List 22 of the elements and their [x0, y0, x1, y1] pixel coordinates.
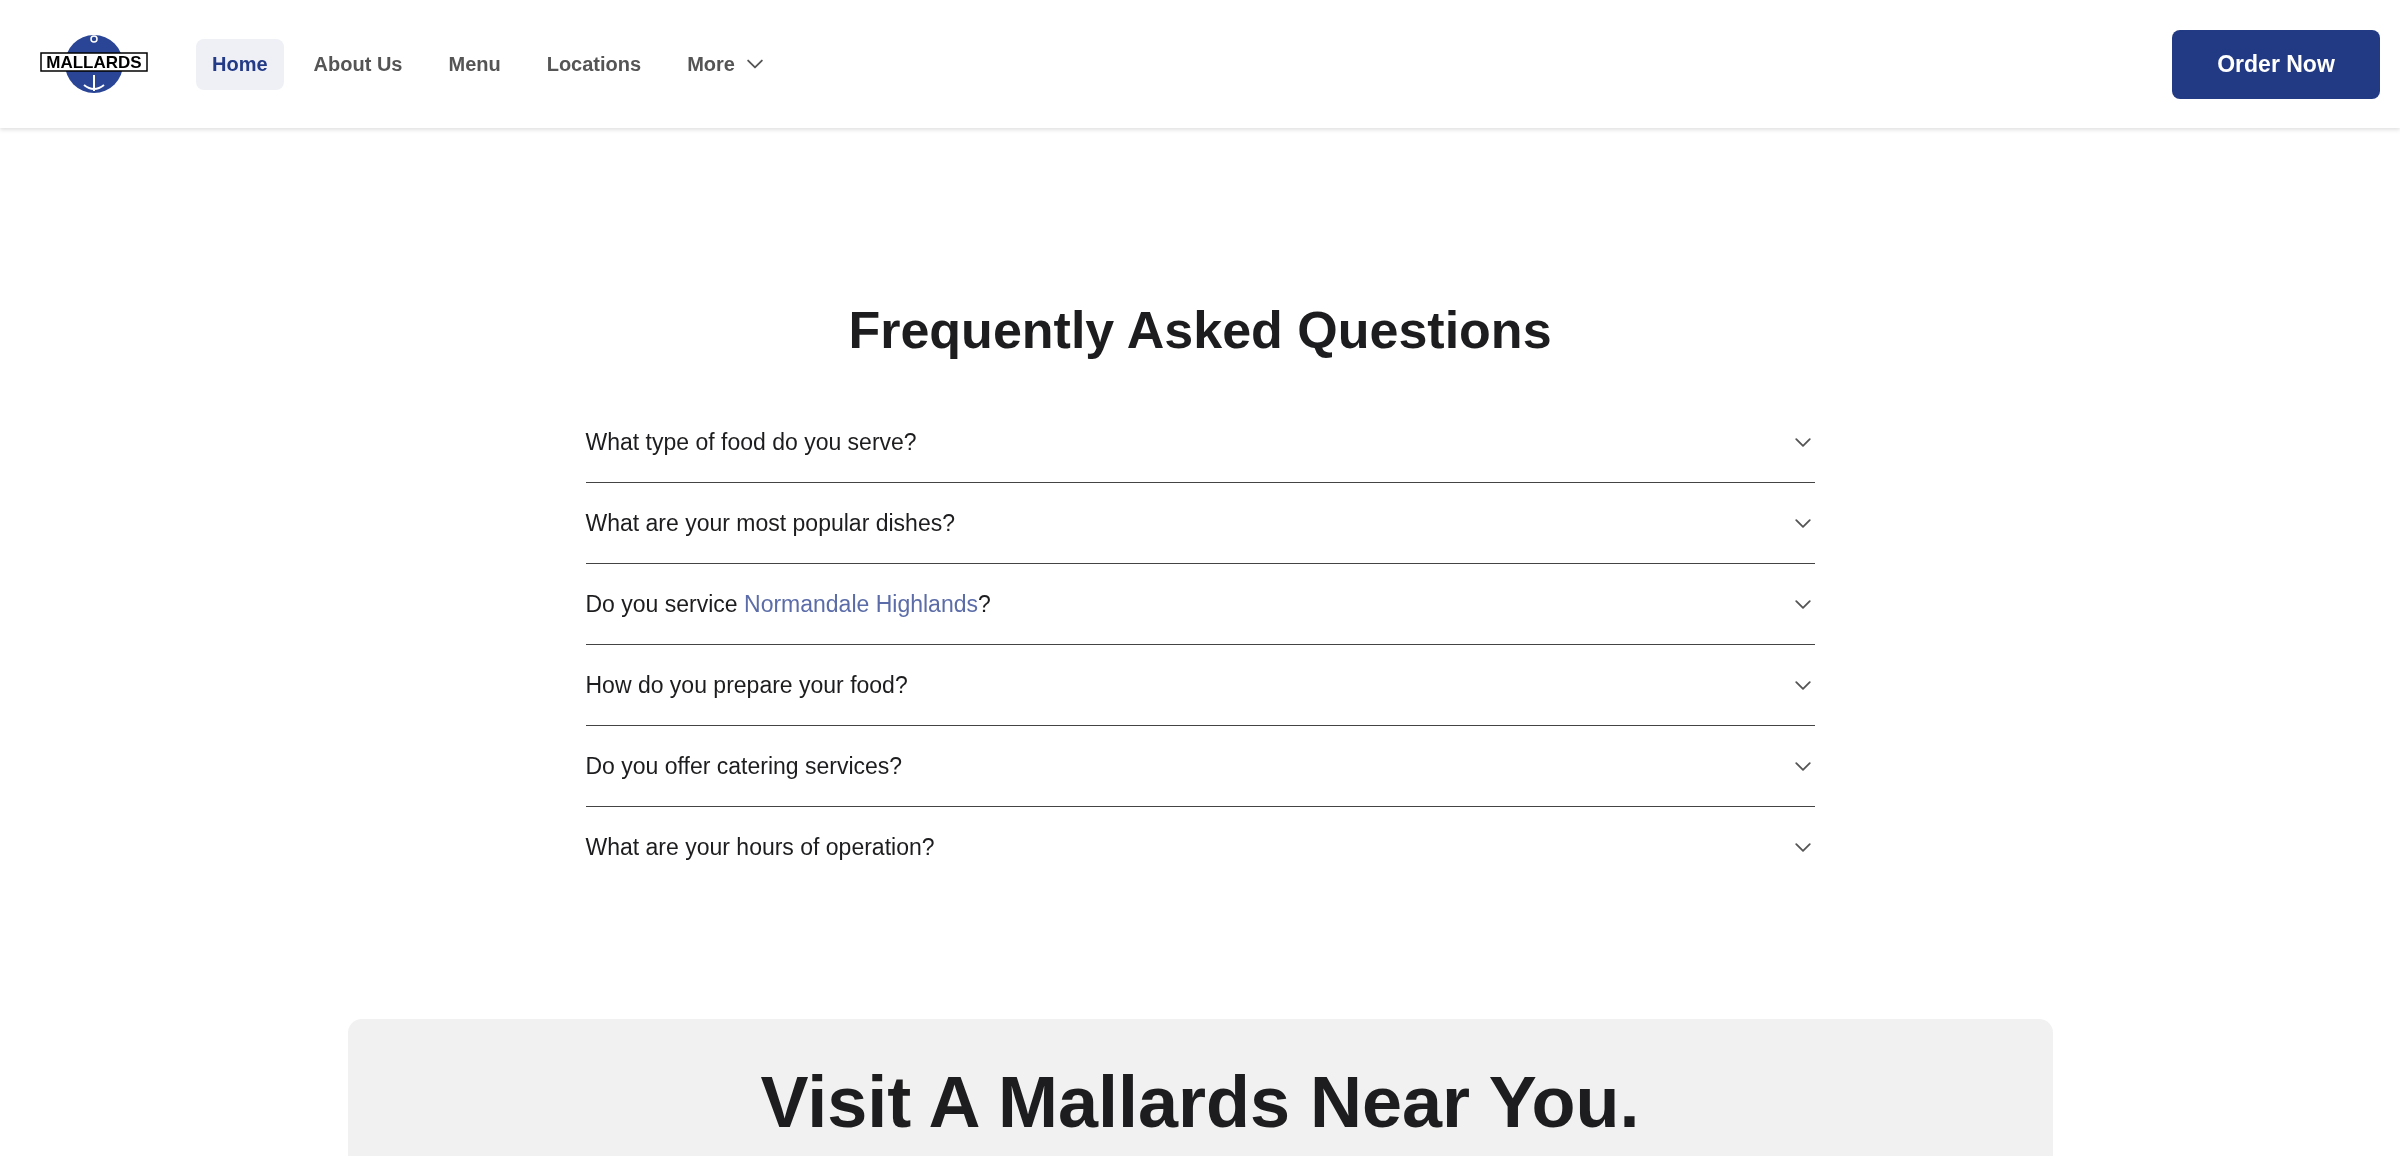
nav-link[interactable]: Menu — [432, 38, 517, 90]
chevron-down-icon — [1794, 680, 1811, 690]
nav-link[interactable]: More — [671, 38, 779, 90]
section-title: Visit A Mallards Near You. — [760, 1061, 1640, 1144]
faq-question[interactable]: Do you service Normandale Highlands? — [585, 590, 991, 618]
chevron-down-icon — [1794, 518, 1811, 528]
chevron-down-icon — [1794, 842, 1811, 852]
chevron-down-icon — [1794, 599, 1811, 609]
faq-question[interactable]: What are your most popular dishes? — [585, 509, 955, 537]
faq-question[interactable]: How do you prepare your food? — [585, 671, 908, 699]
faq-question[interactable]: What type of food do you serve? — [585, 428, 917, 456]
faq-question[interactable]: Do you offer catering services? — [585, 752, 903, 780]
order-button[interactable]: Order Now — [2172, 29, 2380, 99]
nav-link[interactable]: About Us — [297, 38, 419, 90]
faq-question[interactable]: What are your hours of operation? — [585, 833, 935, 861]
nav-link[interactable]: Home — [196, 38, 284, 90]
nav-link[interactable]: Locations — [530, 38, 658, 90]
chevron-down-icon — [1794, 437, 1811, 447]
chevron-down-icon — [746, 59, 763, 69]
chevron-down-icon — [1794, 761, 1811, 771]
section-title: Frequently Asked Questions — [848, 300, 1552, 360]
location-link[interactable]: Normandale Highlands — [744, 590, 978, 617]
